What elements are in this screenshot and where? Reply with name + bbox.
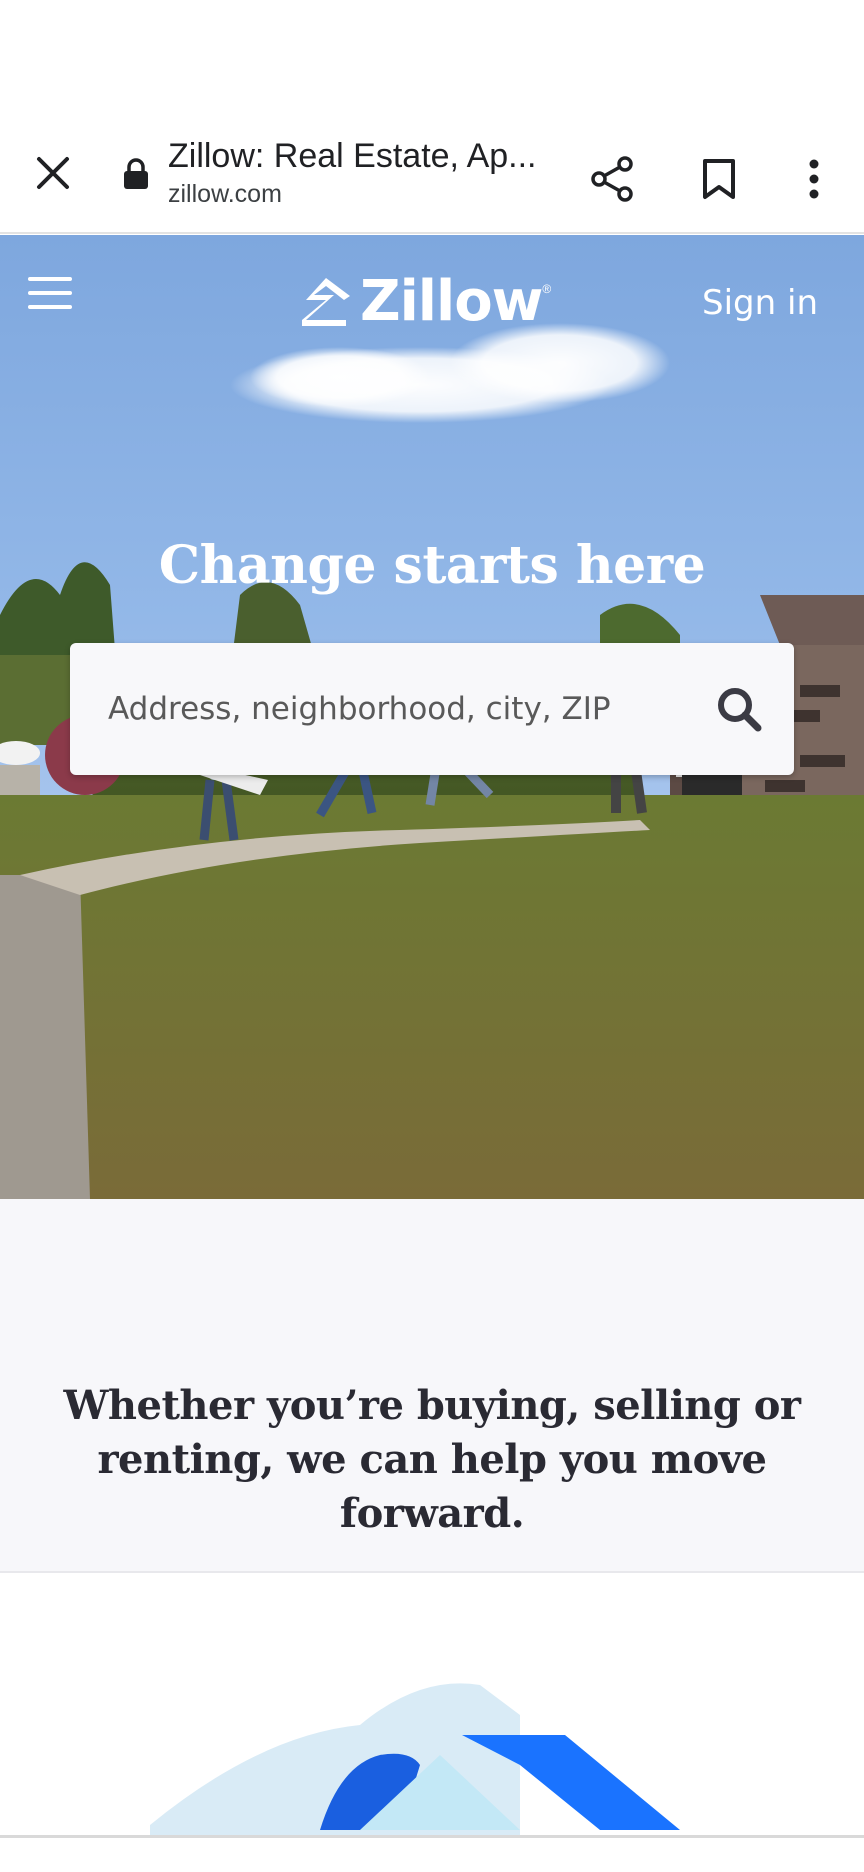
bottom-gesture-area — [0, 1835, 864, 1872]
more-options-button[interactable] — [796, 146, 832, 212]
share-button[interactable] — [580, 146, 646, 212]
house-illustration — [150, 1683, 680, 1835]
menu-icon — [28, 277, 72, 309]
hero-title: Change starts here — [158, 535, 706, 596]
lock-icon — [118, 156, 154, 192]
status-bar-area — [0, 0, 864, 112]
search-button[interactable] — [684, 643, 794, 775]
search-input[interactable] — [70, 643, 684, 775]
logo-registered-mark: ® — [542, 281, 552, 296]
tagline-section: Whether you’re buying, selling or rentin… — [0, 1199, 864, 1573]
close-tab-button[interactable] — [22, 142, 84, 204]
close-icon — [37, 157, 69, 189]
browser-toolbar: Zillow: Real Estate, Ap... zillow.com — [0, 112, 864, 234]
search-box — [70, 643, 794, 775]
menu-button[interactable] — [28, 275, 80, 319]
zillow-logo[interactable]: Zillow ® — [300, 269, 551, 334]
bookmark-button[interactable] — [686, 146, 752, 212]
zillow-logo-icon — [302, 277, 350, 326]
more-vert-icon — [809, 159, 819, 199]
page-title: Zillow: Real Estate, Ap... — [168, 137, 537, 175]
url-block[interactable]: Zillow: Real Estate, Ap... zillow.com — [168, 134, 548, 210]
logo-text: Zillow — [360, 269, 543, 334]
hero-section: Zillow ® Sign in Change starts here — [0, 235, 864, 1199]
page-domain: zillow.com — [168, 180, 282, 208]
tagline-text: Whether you’re buying, selling or rentin… — [63, 1382, 801, 1537]
share-icon — [591, 156, 633, 202]
search-icon — [718, 688, 762, 732]
bookmark-icon — [703, 159, 735, 199]
sign-in-link[interactable]: Sign in — [702, 283, 818, 323]
illustration-section — [0, 1575, 864, 1835]
cloud — [230, 323, 670, 423]
